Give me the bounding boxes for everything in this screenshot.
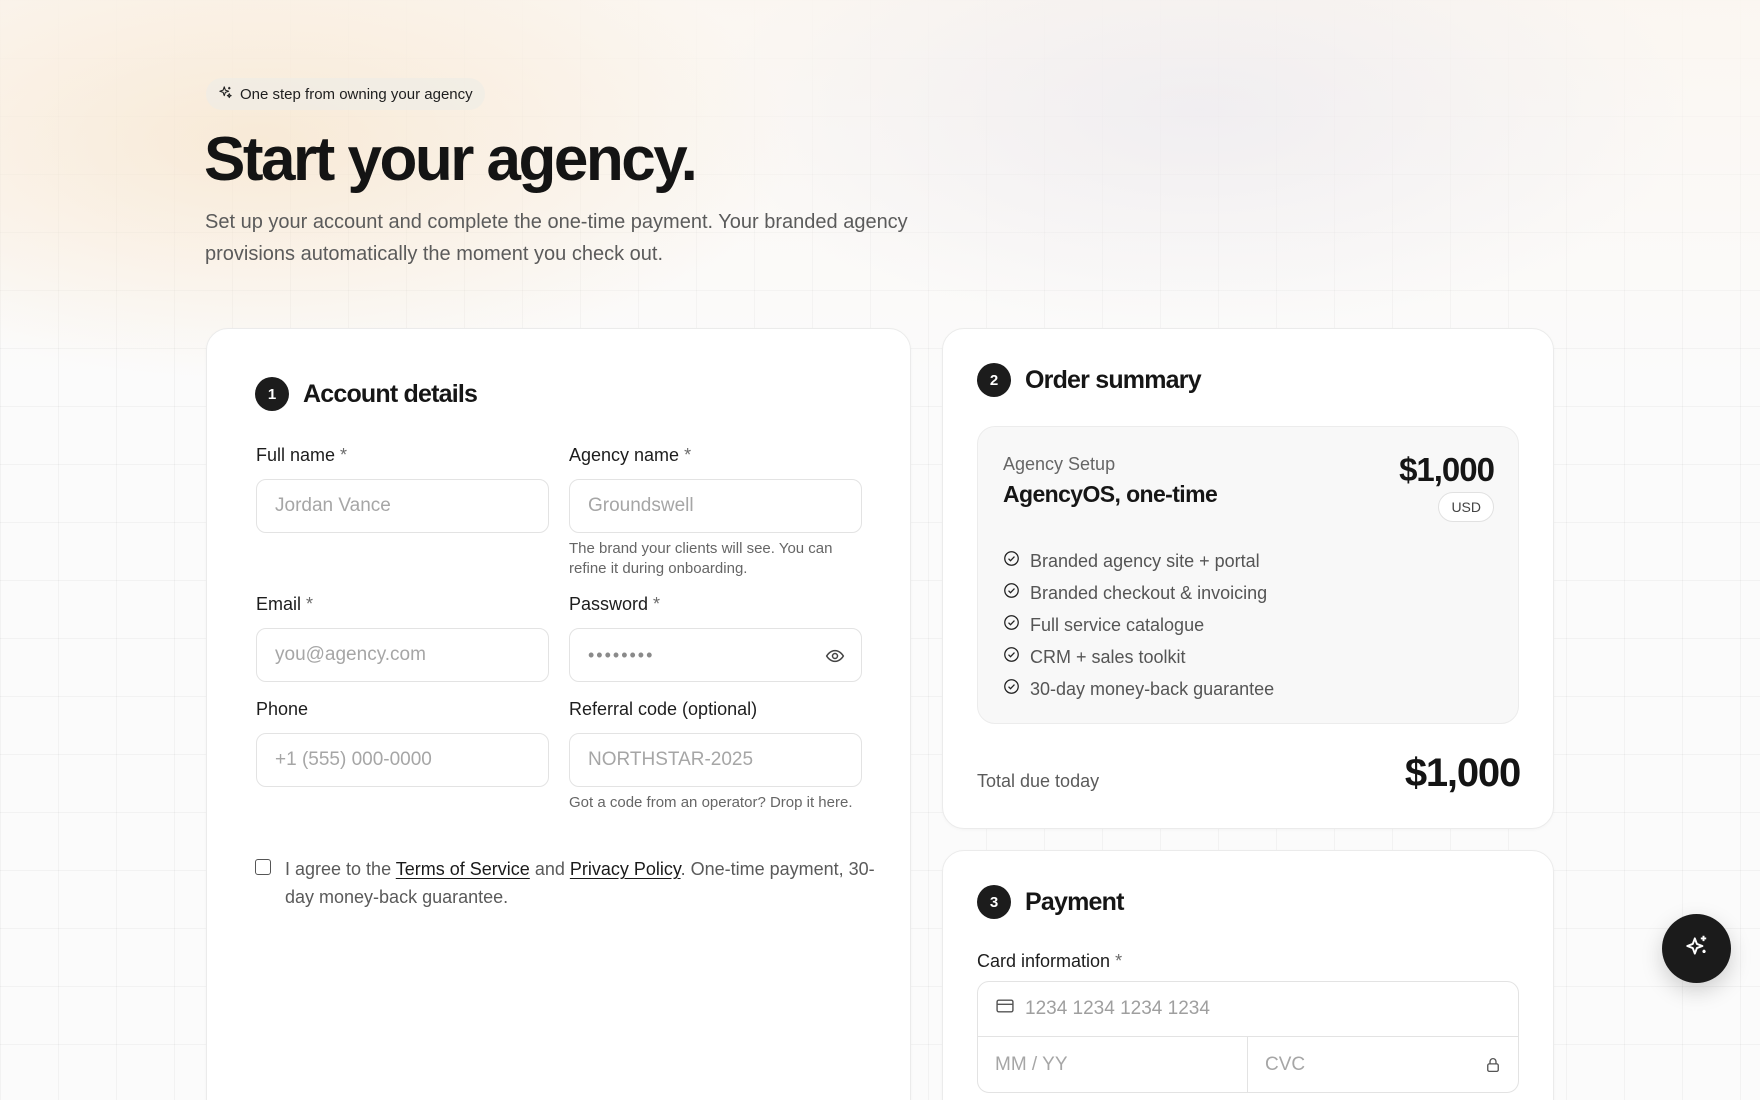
sparkles-icon bbox=[1684, 933, 1710, 964]
check-circle-icon bbox=[1003, 550, 1020, 572]
page-subtitle: Set up your account and complete the one… bbox=[205, 211, 908, 265]
credit-card-icon bbox=[995, 996, 1015, 1022]
hero-pill: One step from owning your agency bbox=[206, 78, 485, 110]
agency-name-label-text: Agency name bbox=[569, 445, 680, 465]
section-title: Account details bbox=[303, 379, 478, 408]
feature-text: 30-day money-back guarantee bbox=[1030, 678, 1275, 699]
check-circle-icon bbox=[1003, 582, 1020, 604]
section-title: Payment bbox=[1025, 887, 1124, 916]
list-item: Branded agency site + portal bbox=[1003, 545, 1274, 577]
product-box: Agency Setup AgencyOS, one-time $1,000 U… bbox=[977, 426, 1519, 724]
required-marker: * bbox=[684, 445, 692, 465]
step-number: 2 bbox=[977, 363, 1011, 397]
card-number-input[interactable]: 1234 1234 1234 1234 bbox=[978, 982, 1518, 1037]
card-information-label-text: Card information bbox=[977, 951, 1111, 971]
password-label: Password * bbox=[569, 593, 862, 615]
feature-text: Branded checkout & invoicing bbox=[1030, 582, 1268, 603]
expiry-placeholder: MM / YY bbox=[995, 1054, 1068, 1075]
required-marker: * bbox=[653, 594, 661, 614]
step-number: 1 bbox=[255, 377, 289, 411]
order-step-header: 2 Order summary bbox=[977, 363, 1202, 397]
email-label: Email * bbox=[256, 593, 549, 615]
phone-field: Phone +1 (555) 000-0000 bbox=[256, 698, 549, 787]
feature-text: CRM + sales toolkit bbox=[1030, 646, 1186, 667]
product-kicker: Agency Setup bbox=[1003, 454, 1116, 474]
full-name-input[interactable]: Jordan Vance bbox=[256, 479, 549, 533]
full-name-field: Full name * Jordan Vance bbox=[256, 444, 549, 533]
agency-name-input[interactable]: Groundswell bbox=[569, 479, 862, 533]
list-item: Branded checkout & invoicing bbox=[1003, 577, 1274, 609]
email-label-text: Email bbox=[256, 594, 302, 614]
total-value: $1,000 bbox=[1404, 751, 1521, 795]
full-name-placeholder: Jordan Vance bbox=[275, 495, 391, 516]
lock-icon bbox=[1487, 1058, 1499, 1073]
terms-prefix: I agree to the bbox=[285, 859, 396, 879]
list-item: CRM + sales toolkit bbox=[1003, 641, 1274, 673]
feature-text: Branded agency site + portal bbox=[1030, 550, 1260, 571]
cvc-input[interactable]: CVC bbox=[1248, 1037, 1518, 1092]
product-name: AgencyOS, one-time bbox=[1003, 481, 1218, 507]
referral-code-placeholder: NORTHSTAR-2025 bbox=[588, 749, 754, 770]
phone-placeholder: +1 (555) 000-0000 bbox=[275, 749, 432, 770]
card-information-input: 1234 1234 1234 1234 MM / YY CVC bbox=[977, 981, 1519, 1093]
full-name-label-text: Full name bbox=[256, 445, 336, 465]
terms-checkbox[interactable] bbox=[255, 859, 271, 875]
expiry-input[interactable]: MM / YY bbox=[978, 1037, 1248, 1092]
terms-agreement: I agree to the Terms of Service and Priv… bbox=[255, 855, 875, 911]
product-price: $1,000 bbox=[1399, 451, 1495, 488]
phone-label: Phone bbox=[256, 699, 309, 719]
card-information-label: Card information * bbox=[977, 951, 1122, 972]
agency-name-field: Agency name * Groundswell The brand your… bbox=[569, 444, 862, 579]
password-input[interactable]: •••••••• bbox=[569, 628, 862, 682]
password-value: •••••••• bbox=[588, 644, 655, 665]
account-step-header: 1 Account details bbox=[255, 377, 478, 411]
cvc-placeholder: CVC bbox=[1265, 1054, 1306, 1075]
agency-name-placeholder: Groundswell bbox=[588, 495, 694, 516]
terms-text: I agree to the Terms of Service and Priv… bbox=[285, 855, 875, 911]
page: One step from owning your agency Start y… bbox=[0, 0, 1760, 1100]
password-label-text: Password bbox=[569, 594, 649, 614]
section-title: Order summary bbox=[1025, 365, 1202, 394]
step-number: 3 bbox=[977, 885, 1011, 919]
feature-text: Full service catalogue bbox=[1030, 614, 1205, 635]
card-number-placeholder: 1234 1234 1234 1234 bbox=[1025, 998, 1210, 1019]
check-circle-icon bbox=[1003, 614, 1020, 636]
payment-card: 3 Payment Card information * 1234 1234 1… bbox=[942, 850, 1554, 1100]
required-marker: * bbox=[306, 594, 314, 614]
privacy-policy-link[interactable]: Privacy Policy bbox=[570, 859, 681, 879]
order-summary-card: 2 Order summary Agency Setup AgencyOS, o… bbox=[942, 328, 1554, 829]
required-marker: * bbox=[340, 445, 348, 465]
email-field: Email * you@agency.com bbox=[256, 593, 549, 682]
agency-name-label: Agency name * bbox=[569, 444, 862, 466]
account-details-card: 1 Account details Full name * Jordan Van… bbox=[206, 328, 911, 1100]
full-name-label: Full name * bbox=[256, 444, 549, 466]
feature-list: Branded agency site + portal Branded che… bbox=[1003, 545, 1274, 705]
eye-icon[interactable] bbox=[825, 646, 845, 666]
card-details-row: MM / YY CVC bbox=[978, 1037, 1518, 1092]
assistant-fab-button[interactable] bbox=[1662, 914, 1731, 983]
required-marker: * bbox=[1115, 951, 1123, 971]
sparkles-icon bbox=[218, 85, 233, 104]
list-item: 30-day money-back guarantee bbox=[1003, 673, 1274, 705]
agency-name-hint: The brand your clients will see. You can… bbox=[569, 540, 833, 577]
referral-code-hint: Got a code from an operator? Drop it her… bbox=[569, 794, 853, 811]
currency-badge: USD bbox=[1438, 492, 1494, 522]
terms-middle: and bbox=[529, 859, 570, 879]
list-item: Full service catalogue bbox=[1003, 609, 1274, 641]
referral-code-label: Referral code (optional) bbox=[569, 699, 758, 719]
phone-input[interactable]: +1 (555) 000-0000 bbox=[256, 733, 549, 787]
referral-code-input[interactable]: NORTHSTAR-2025 bbox=[569, 733, 862, 787]
password-field: Password * •••••••• bbox=[569, 593, 862, 682]
check-circle-icon bbox=[1003, 646, 1020, 668]
check-circle-icon bbox=[1003, 678, 1020, 700]
hero-pill-text: One step from owning your agency bbox=[240, 85, 473, 103]
payment-step-header: 3 Payment bbox=[977, 885, 1124, 919]
page-title: Start your agency. bbox=[204, 125, 698, 194]
email-input[interactable]: you@agency.com bbox=[256, 628, 549, 682]
terms-of-service-link[interactable]: Terms of Service bbox=[396, 859, 530, 879]
email-placeholder: you@agency.com bbox=[275, 644, 426, 665]
referral-code-field: Referral code (optional) NORTHSTAR-2025 … bbox=[569, 698, 862, 813]
total-label: Total due today bbox=[977, 771, 1100, 791]
